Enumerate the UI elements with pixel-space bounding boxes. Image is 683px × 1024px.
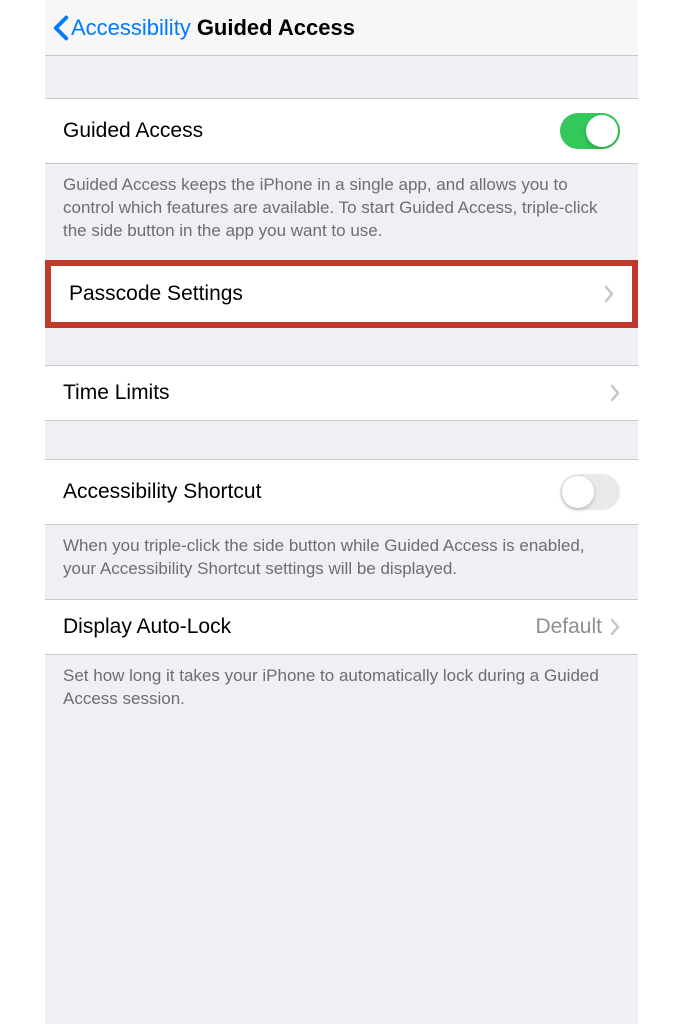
back-button[interactable]: Accessibility — [53, 15, 191, 41]
display-auto-lock-value: Default — [535, 615, 602, 639]
back-label: Accessibility — [71, 15, 191, 41]
toggle-knob — [586, 115, 618, 147]
chevron-right-icon — [610, 618, 620, 636]
display-auto-lock-footer: Set how long it takes your iPhone to aut… — [45, 655, 638, 729]
accessibility-shortcut-row: Accessibility Shortcut — [45, 459, 638, 525]
chevron-right-icon — [610, 384, 620, 402]
highlight-annotation: Passcode Settings — [45, 260, 638, 328]
chevron-right-icon — [604, 285, 614, 303]
page-title: Guided Access — [197, 15, 355, 41]
display-auto-lock-row[interactable]: Display Auto-Lock Default — [45, 599, 638, 655]
navigation-bar: Accessibility Guided Access — [45, 0, 638, 56]
toggle-knob — [562, 476, 594, 508]
guided-access-label: Guided Access — [63, 119, 203, 143]
passcode-settings-row[interactable]: Passcode Settings — [51, 266, 632, 322]
display-auto-lock-label: Display Auto-Lock — [63, 615, 231, 639]
accessibility-shortcut-toggle[interactable] — [560, 474, 620, 510]
guided-access-toggle[interactable] — [560, 113, 620, 149]
guided-access-row: Guided Access — [45, 98, 638, 164]
guided-access-footer: Guided Access keeps the iPhone in a sing… — [45, 164, 638, 261]
accessibility-shortcut-label: Accessibility Shortcut — [63, 480, 261, 504]
chevron-left-icon — [53, 15, 69, 41]
time-limits-label: Time Limits — [63, 381, 170, 405]
passcode-settings-label: Passcode Settings — [69, 282, 243, 306]
time-limits-row[interactable]: Time Limits — [45, 365, 638, 421]
accessibility-shortcut-footer: When you triple-click the side button wh… — [45, 525, 638, 599]
